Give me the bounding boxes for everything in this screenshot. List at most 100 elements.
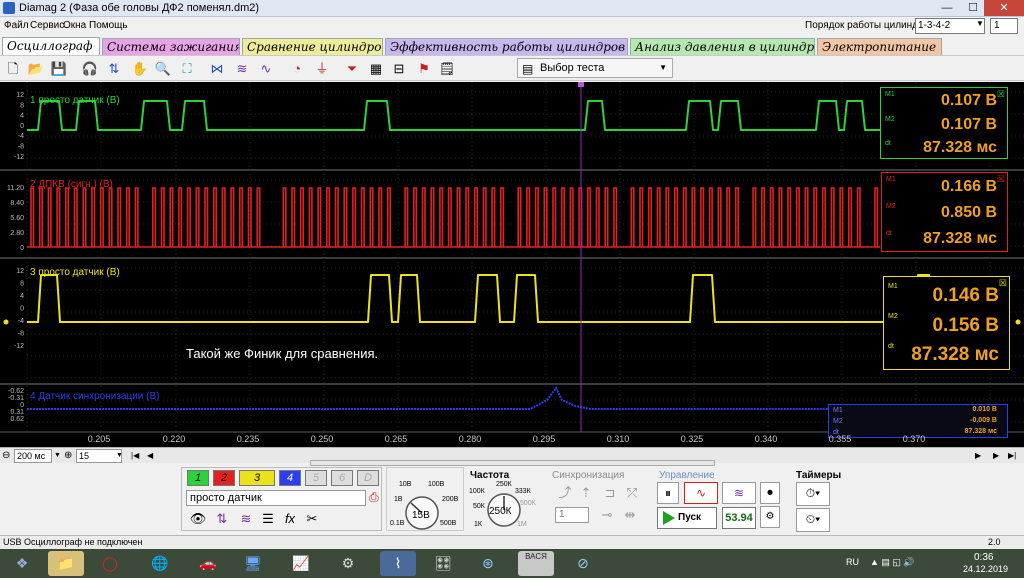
app-icon[interactable]: 🚗 [190, 551, 226, 576]
close-icon[interactable]: ☒ [997, 89, 1005, 100]
menu-file[interactable]: Файл [4, 20, 29, 31]
sync-minus-icon[interactable]: ⊸ [597, 505, 617, 525]
maximize-button[interactable]: ☐ [960, 0, 986, 16]
sync-channel-select[interactable]: 1 [555, 507, 589, 523]
auto-button[interactable]: ⚙ [760, 506, 780, 528]
tab-ignition[interactable]: Система зажигания [102, 38, 240, 55]
app-icon[interactable]: ⚙ [330, 551, 366, 576]
funnel-icon[interactable]: ⏷ [342, 59, 362, 79]
vasya-icon[interactable]: ВАСЯ [518, 551, 554, 576]
time-tick-label: 0.265 [384, 434, 408, 444]
lines-icon[interactable]: ☰ [258, 509, 278, 529]
notes-icon[interactable]: 🗒 [437, 59, 457, 79]
scroll-first-icon[interactable]: |◀ [131, 449, 139, 462]
zoom-icon[interactable]: 🔍 [153, 59, 173, 79]
timer-up-button[interactable]: ⏱▾ [796, 482, 830, 506]
channel-button-d[interactable]: D [357, 470, 379, 486]
app-icon[interactable]: ⊛ [470, 551, 506, 576]
function-icon[interactable]: fx [280, 509, 300, 529]
channel-button-5[interactable]: 5 [305, 470, 327, 486]
diamag-icon[interactable]: ⌇ [380, 551, 416, 576]
minimize-button[interactable]: — [934, 0, 960, 16]
chevron-down-icon[interactable]: ▼ [116, 449, 123, 462]
scroll-right-icon[interactable]: ▶ [975, 449, 981, 462]
cylinder-order-select[interactable]: 1-3-4-2 [915, 18, 985, 34]
pause-button[interactable]: ⏸ [657, 482, 679, 504]
cylinder-count-spinner[interactable]: 1 [990, 18, 1018, 34]
panel-splitter[interactable] [310, 460, 715, 466]
tab-pressure-analysis[interactable]: Анализ давления в цилиндре [630, 38, 815, 55]
scroll-left-icon[interactable]: ◀ [147, 449, 153, 462]
wave-overlay-icon[interactable]: ∿ [256, 59, 276, 79]
sync-cursor-icon[interactable]: ⤱ [622, 483, 642, 503]
test-select-dropdown[interactable]: ▤ Выбор теста ▼ [517, 58, 673, 78]
close-icon[interactable]: ☒ [999, 278, 1007, 289]
split-icon[interactable]: ⊟ [389, 59, 409, 79]
oscilloscope-display[interactable]: 12 8 4 0 -4 -8 -12 11.20 8.40 5.60 2.80 0 12 8 4 0 -4 -8 -… [0, 82, 1024, 447]
record-button[interactable]: ⏺ [760, 482, 780, 504]
scroll-play-icon[interactable]: ▶ [993, 449, 999, 462]
explorer-icon[interactable]: 📁 [48, 551, 84, 576]
hand-pan-icon[interactable]: ✋ [130, 59, 150, 79]
open-folder-icon[interactable]: 📂 [26, 59, 46, 79]
grid-icon[interactable]: ▦ [366, 59, 386, 79]
wave-pattern-button[interactable]: ≋ [722, 482, 756, 504]
auto-scale-icon[interactable]: ◔ [287, 59, 307, 79]
timer-down-button[interactable]: ⏲▾ [796, 508, 830, 532]
new-file-icon[interactable]: 🗋 [3, 59, 23, 79]
channel-button-2[interactable]: 2 [213, 470, 235, 486]
sync-up-icon[interactable]: ⇡ [576, 483, 596, 503]
m1-label: M1 [885, 91, 895, 98]
save-icon[interactable]: 💾 [49, 59, 69, 79]
menu-help[interactable]: Помощь [89, 20, 128, 31]
chart-app-icon[interactable]: 📈 [283, 551, 319, 576]
app-icon[interactable]: 🖥 [235, 551, 271, 576]
chevron-down-icon[interactable]: ▼ [976, 19, 984, 28]
clock-time: 0:36 [974, 552, 994, 563]
channel-button-4[interactable]: 4 [279, 470, 301, 486]
close-icon[interactable]: ☒ [997, 174, 1005, 185]
zoom-out-icon[interactable]: ⊖ [2, 449, 10, 462]
opera-icon[interactable]: ◯ [92, 551, 128, 576]
headphones-icon[interactable]: 🎧 [80, 59, 100, 79]
channel-name-input[interactable]: просто датчик [186, 490, 366, 506]
start-icon[interactable]: ❖ [4, 551, 40, 576]
tab-cylinder-compare[interactable]: Сравнение цилиндров [242, 38, 383, 55]
sine-wave-button[interactable]: ∿ [684, 482, 718, 504]
channel-button-1[interactable]: 1 [187, 470, 209, 486]
menu-windows[interactable]: Окна [63, 20, 86, 31]
menu-service[interactable]: Сервис [30, 20, 64, 31]
time-cursor-handle[interactable] [578, 82, 584, 87]
cursor-measure-icon[interactable]: ⇅ [104, 59, 124, 79]
app-icon[interactable]: 🎛 [425, 551, 461, 576]
sync-rising-icon[interactable]: ⤴ [555, 483, 575, 503]
sync-level-icon[interactable]: ⊐ [600, 483, 620, 503]
trigger-icon[interactable]: ⏚ [312, 59, 332, 79]
tab-cylinder-efficiency[interactable]: Эффективность работы цилиндров [385, 38, 628, 55]
tab-power-supply[interactable]: Электропитание [817, 38, 942, 55]
wave-invert-icon[interactable]: ⇅ [212, 509, 232, 529]
channel-settings-icon[interactable]: ⎙ [369, 490, 379, 505]
timebase-select[interactable]: 200 мс [14, 449, 52, 463]
status-bar: USB Осциллограф не подключен 2.0 [0, 535, 1024, 549]
tray-icons[interactable]: ▲ ▤ ◱ 🔊 [870, 557, 915, 568]
zoom-fit-icon[interactable]: ⛶ [177, 59, 197, 79]
sync-expand-icon[interactable]: ⇹ [620, 505, 640, 525]
eye-icon[interactable]: 👁 [188, 509, 208, 529]
wave-icon[interactable]: ≋ [236, 509, 256, 529]
language-indicator[interactable]: RU [846, 557, 859, 567]
channel-button-6[interactable]: 6 [331, 470, 353, 486]
channel-button-3[interactable]: 3 [239, 470, 275, 486]
wave-compare-icon[interactable]: ≋ [232, 59, 252, 79]
tools-icon[interactable]: ✂ [302, 509, 322, 529]
tab-oscilloscope[interactable]: Осциллограф [2, 37, 100, 55]
m1-label: M1 [833, 407, 843, 414]
filter-icon[interactable]: ⋈ [207, 59, 227, 79]
app-icon[interactable]: ⊘ [565, 551, 601, 576]
close-button[interactable]: ✕ [984, 0, 1024, 16]
chevron-down-icon[interactable]: ▼ [54, 449, 61, 462]
marker-flag-icon[interactable]: ⚑ [414, 59, 434, 79]
scroll-last-icon[interactable]: ▶| [1008, 449, 1016, 462]
zoom-in-icon[interactable]: ⊕ [64, 449, 72, 462]
app-icon[interactable]: 🌐 [142, 551, 178, 576]
